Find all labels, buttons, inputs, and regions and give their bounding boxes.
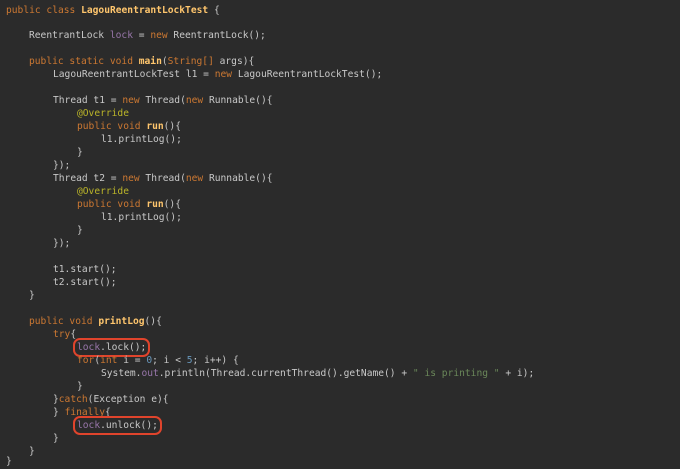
code-line-close-run-2: } [77,225,83,236]
code-line-run-2: public void run(){ [77,199,181,210]
code-line-override-1: @Override [77,108,129,119]
code-line-close-printlog: } [29,446,35,457]
code-line-finally: } finally{ [53,407,111,418]
code-line-instance: LagouReentrantLockTest l1 = new LagouRee… [53,69,383,80]
code-editor[interactable]: public class LagouReentrantLockTest { Re… [0,0,680,469]
code-line-close-thread-1: }); [53,160,71,171]
code-line-t1-start: t1.start(); [53,264,117,275]
unlock-call-highlight: lock.unlock(); [73,416,162,435]
code-line-println: System.out.println(Thread.currentThread(… [101,368,535,379]
lock-call-highlight: lock.lock(); [72,338,151,357]
code-line-close-run-1: } [77,147,83,158]
code-line-t2-start: t2.start(); [53,277,117,288]
code-line-thread-t2: Thread t2 = new Thread(new Runnable(){ [53,173,273,184]
code-line-printlog-call-2: l1.printLog(); [101,212,182,223]
code-line-printlog-method: public void printLog(){ [29,316,162,327]
code-line-lock-call: lock.lock(); [72,338,151,357]
code-line-lock-field: ReentrantLock lock = new ReentrantLock()… [29,30,266,41]
code-line-class-declaration: public class LagouReentrantLockTest { [6,5,220,16]
code-line-override-2: @Override [77,186,129,197]
code-line-thread-t1: Thread t1 = new Thread(new Runnable(){ [53,95,273,106]
code-line-close-finally: } [53,433,59,444]
code-line-run-1: public void run(){ [77,121,181,132]
code-line-printlog-call-1: l1.printLog(); [101,134,182,145]
code-line-try: try{ [53,329,77,340]
code-line-close-class: } [6,456,12,467]
code-line-catch: }catch(Exception e){ [53,394,169,405]
code-line-close-main: } [29,290,35,301]
code-line-for-loop: for(int i = 0; i < 5; i++) { [77,355,239,366]
code-line-unlock-call: lock.unlock(); [73,416,162,435]
code-line-main-method: public static void main(String[] args){ [29,56,255,67]
code-line-close-thread-2: }); [53,238,71,249]
code-line-close-for: } [77,381,83,392]
